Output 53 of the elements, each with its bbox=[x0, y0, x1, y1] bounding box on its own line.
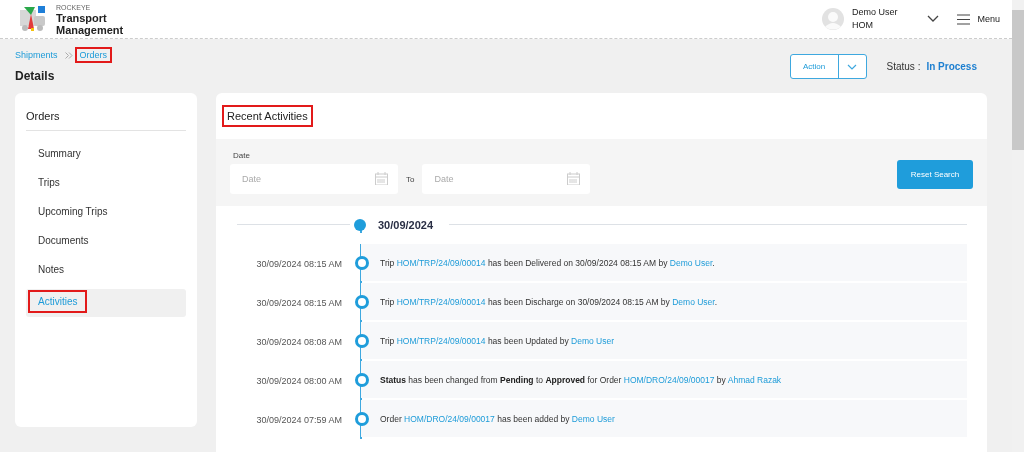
activity-time: 30/09/2024 08:15 AM bbox=[255, 296, 343, 310]
activity-link[interactable]: Demo User bbox=[672, 296, 715, 307]
activity-time: 30/09/2024 08:00 AM bbox=[255, 374, 343, 388]
activity-link[interactable]: Demo User bbox=[571, 335, 615, 346]
chevron-down-icon bbox=[847, 63, 857, 70]
menu-button[interactable]: Menu bbox=[957, 13, 1000, 25]
timeline-date: 30/09/2024 bbox=[378, 218, 434, 231]
status-label: Status : bbox=[886, 61, 921, 72]
activity-time: 30/09/2024 08:15 AM bbox=[255, 257, 343, 271]
sidebar-item[interactable]: Activities bbox=[26, 289, 186, 317]
calendar-icon bbox=[567, 172, 581, 185]
page-title: Details bbox=[15, 69, 56, 83]
brand-product: Management bbox=[56, 23, 124, 36]
activity-link[interactable]: HOM/TRP/24/09/00014 bbox=[396, 335, 486, 346]
activity-message: Trip HOM/TRP/24/09/00014 has been Discharge on 30/09/2024 08:15 AM by Demo User. bbox=[380, 296, 718, 307]
avatar-icon[interactable] bbox=[821, 8, 844, 30]
truck-logo-icon bbox=[18, 4, 48, 34]
sidebar-title: Orders bbox=[26, 107, 186, 131]
chevron-down-icon[interactable] bbox=[927, 15, 940, 23]
user-name: Demo User bbox=[851, 6, 898, 19]
reset-search-button[interactable]: Reset Search bbox=[897, 160, 973, 189]
activity-message: Order HOM/DRO/24/09/00017 has been added by Demo User bbox=[380, 413, 615, 424]
sidebar-item[interactable]: Notes bbox=[26, 257, 186, 285]
activity-time: 30/09/2024 07:59 AM bbox=[255, 413, 343, 427]
panel-title: Recent Activities bbox=[224, 107, 311, 125]
sidebar-item[interactable]: Trips bbox=[26, 170, 186, 198]
activity-message: Trip HOM/TRP/24/09/00014 has been Updated by Demo User bbox=[380, 335, 615, 346]
sidebar-item[interactable]: Summary bbox=[26, 141, 186, 169]
activity-message: Trip HOM/TRP/24/09/00014 has been Delivered on 30/09/2024 08:15 AM by Demo User. bbox=[380, 257, 715, 268]
breadcrumb-link[interactable]: Shipments bbox=[15, 49, 61, 61]
calendar-icon bbox=[375, 172, 388, 185]
activity-link[interactable]: HOM/TRP/24/09/00014 bbox=[396, 296, 486, 307]
activity-link[interactable]: HOM/TRP/24/09/00014 bbox=[396, 257, 486, 268]
breadcrumb-link[interactable]: Orders bbox=[76, 49, 111, 61]
sidebar-item[interactable]: Upcoming Trips bbox=[26, 199, 186, 227]
brand-product: Transport bbox=[56, 11, 108, 24]
to-label: To bbox=[406, 174, 415, 184]
menu-icon bbox=[957, 13, 971, 25]
activity-time: 30/09/2024 08:08 AM bbox=[255, 335, 343, 349]
status-value: In Process bbox=[926, 61, 977, 72]
date-label: Date bbox=[232, 151, 251, 160]
user-role: HOM bbox=[851, 19, 874, 32]
activity-message: Status has been changed from Pending to Approved for Order HOM/DRO/24/09/00017 by Ahmad Razak bbox=[380, 374, 782, 385]
scrollbar-thumb[interactable] bbox=[1012, 10, 1024, 150]
sidebar-item[interactable]: Documents bbox=[26, 228, 186, 256]
double-chevron-icon bbox=[64, 51, 73, 59]
date-field[interactable]: Date bbox=[230, 164, 398, 194]
activity-link[interactable]: Demo User bbox=[571, 413, 615, 424]
activity-link[interactable]: HOM/DRO/24/09/00017 bbox=[623, 374, 715, 385]
activity-link[interactable]: HOM/DRO/24/09/00017 bbox=[404, 413, 495, 424]
activity-link[interactable]: Ahmad Razak bbox=[727, 374, 782, 385]
date-field[interactable]: Date bbox=[422, 164, 591, 194]
timeline-dot bbox=[354, 218, 366, 231]
